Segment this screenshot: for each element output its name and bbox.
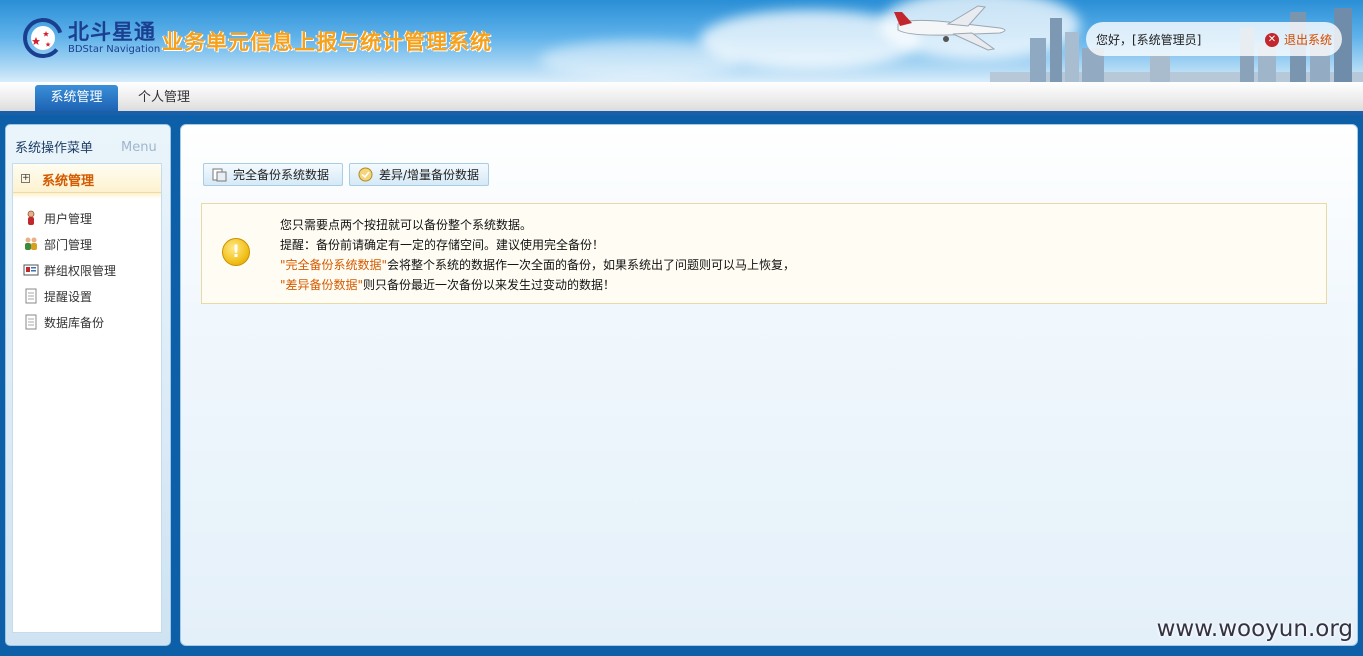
sidebar-item-reminder-settings[interactable]: 提醒设置 [23,286,92,306]
sidebar-group-system-management[interactable]: + 系统管理 [13,164,161,193]
notice-text-rest: 则只备份最近一次备份以来发生过变动的数据！ [363,278,616,292]
sidebar-group-label: 系统管理 [42,174,95,189]
sidebar-item-department-management[interactable]: 部门管理 [23,234,92,254]
sidebar-item-label: 提醒设置 [44,289,93,304]
full-backup-label: 完全备份系统数据 [233,168,330,182]
sidebar: 系统操作菜单 Menu + 系统管理 用户管理 部门管理 群组权限管理 提醒设置… [5,124,171,646]
sidebar-item-label: 数据库备份 [44,315,105,330]
logout-label: 退出系统 [1283,33,1332,47]
notice-line: 提醒：备份前请确定有一定的存储空间。建议使用完全备份！ [280,238,605,252]
notice-text: 您只需要点两个按扭就可以备份整个系统数据。 提醒：备份前请确定有一定的存储空间。… [280,215,795,295]
sidebar-group-separator [13,193,161,199]
sidebar-item-user-management[interactable]: 用户管理 [23,208,92,228]
notice-highlight: "完全备份系统数据" [280,258,388,272]
notice-line: 您只需要点两个按扭就可以备份整个系统数据。 [280,218,533,232]
sidebar-title: 系统操作菜单 [15,141,94,156]
backup-notice-panel: ! 您只需要点两个按扭就可以备份整个系统数据。 提醒：备份前请确定有一定的存储空… [201,203,1327,304]
sidebar-item-group-permission[interactable]: 群组权限管理 [23,260,116,280]
document-icon [23,314,39,330]
welcome-panel: 您好，[系统管理员] ✕ 退出系统 [1086,22,1342,56]
notice-text-rest: 会将整个系统的数据作一次全面的备份，如果系统出了问题则可以马上恢复， [387,258,796,272]
nav-divider [0,111,1363,115]
expand-icon[interactable]: + [21,174,30,183]
diff-backup-icon [358,167,373,182]
company-logo: 北斗星通 BDStar Navigation [22,17,160,59]
logo-mark-icon [22,17,64,59]
diff-backup-button[interactable]: 差异/增量备份数据 [349,163,489,186]
system-title: 业务单元信息上报与统计管理系统 [162,30,492,54]
sidebar-title-en: Menu [121,140,157,155]
user-icon [23,210,39,226]
full-backup-button[interactable]: 完全备份系统数据 [203,163,343,186]
welcome-user-text: 您好，[系统管理员] [1096,32,1202,47]
close-circle-icon: ✕ [1264,32,1279,47]
header-banner: 北斗星通 BDStar Navigation 业务单元信息上报与统计管理系统 您… [0,0,1363,82]
sidebar-item-label: 群组权限管理 [44,263,117,278]
notice-line: "完全备份系统数据"会将整个系统的数据作一次全面的备份，如果系统出了问题则可以马… [280,255,795,275]
main-content: 完全备份系统数据 差异/增量备份数据 ! 您只需要点两个按扭就可以备份整个系统数… [180,124,1358,646]
top-nav-bar: 系统管理 个人管理 [0,82,1363,111]
notice-line: "差异备份数据"则只备份最近一次备份以来发生过变动的数据！ [280,275,795,295]
sidebar-item-database-backup[interactable]: 数据库备份 [23,312,104,332]
logo-en-text: BDStar Navigation [68,44,161,55]
logout-button[interactable]: ✕ 退出系统 [1264,31,1332,48]
sidebar-item-label: 用户管理 [44,211,93,226]
tab-personal-management[interactable]: 个人管理 [128,85,200,111]
sidebar-header: 系统操作菜单 Menu [6,135,170,159]
cloud-decoration [540,40,740,80]
document-icon [23,288,39,304]
diff-backup-label: 差异/增量备份数据 [379,168,480,182]
sidebar-item-label: 部门管理 [44,237,93,252]
tab-system-management[interactable]: 系统管理 [35,85,118,111]
warning-icon: ! [222,238,250,266]
backup-icon [212,167,227,182]
logo-cn-text: 北斗星通 [68,20,156,44]
group-icon [23,236,39,252]
notice-highlight: "差异备份数据" [280,278,364,292]
watermark: www.wooyun.org [1156,616,1353,642]
sidebar-menu: + 系统管理 用户管理 部门管理 群组权限管理 提醒设置 数据库备份 [12,163,162,633]
permission-icon [23,262,39,278]
